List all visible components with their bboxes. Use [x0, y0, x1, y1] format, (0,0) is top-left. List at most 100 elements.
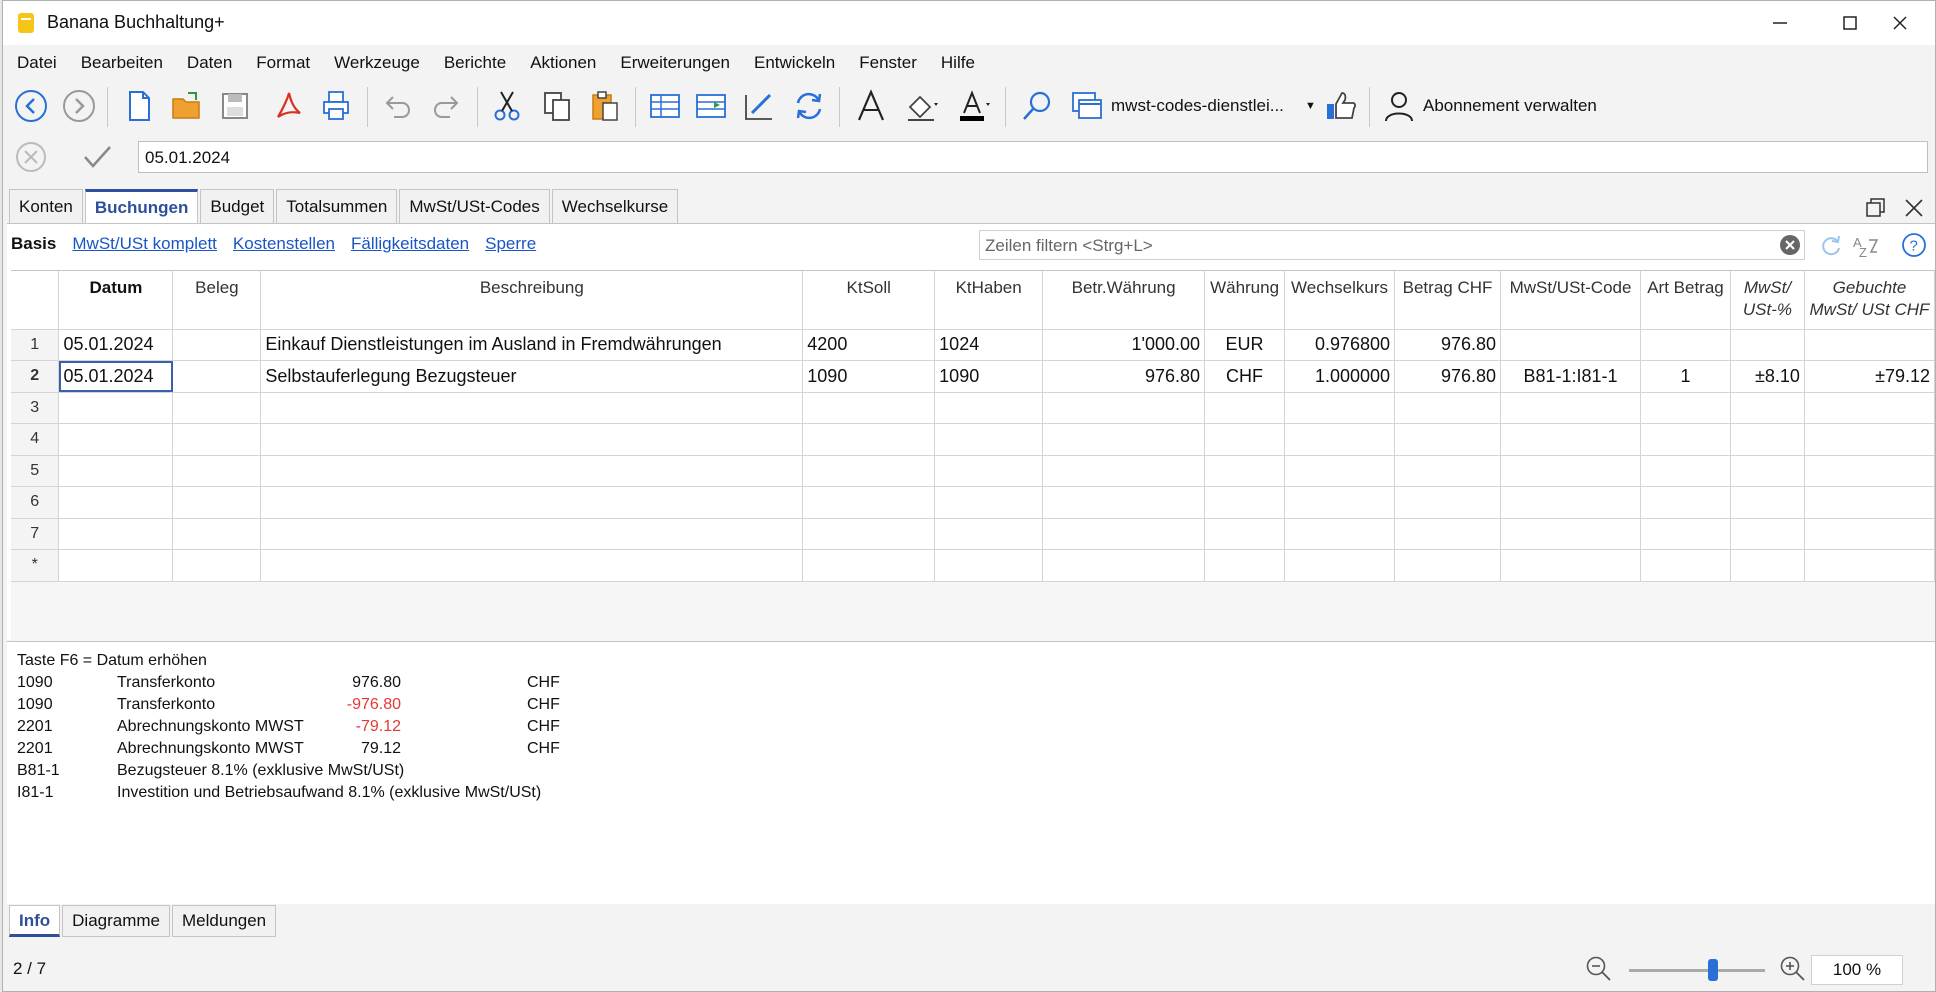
cell-ktsoll[interactable]: 1090: [802, 360, 936, 393]
cell-ktsoll[interactable]: [802, 518, 936, 550]
cell-datum[interactable]: [58, 518, 174, 550]
cell-beschreibung[interactable]: [260, 486, 804, 519]
tab-mwst-codes[interactable]: MwSt/USt-Codes: [399, 189, 550, 224]
save-button[interactable]: [215, 86, 255, 126]
delete-row-button[interactable]: [691, 86, 731, 126]
zoom-out-icon[interactable]: [1585, 955, 1613, 983]
menu-berichte[interactable]: Berichte: [444, 53, 506, 73]
pdf-button[interactable]: [269, 86, 309, 126]
menu-bearbeiten[interactable]: Bearbeiten: [81, 53, 163, 73]
cell-beleg[interactable]: [172, 455, 262, 487]
cell-datum[interactable]: [58, 486, 174, 519]
cell-datum[interactable]: [58, 392, 174, 424]
tab-diagramme[interactable]: Diagramme: [62, 905, 171, 937]
table-row[interactable]: 4: [11, 423, 1936, 456]
cell-betrag-chf[interactable]: [1394, 549, 1502, 582]
cell-beleg[interactable]: [172, 423, 262, 456]
zoom-in-icon[interactable]: [1779, 955, 1807, 983]
cell-beleg[interactable]: [172, 486, 262, 519]
menu-format[interactable]: Format: [256, 53, 310, 73]
table-row[interactable]: 3: [11, 392, 1936, 424]
cell-gebuchte-mwst[interactable]: [1804, 423, 1936, 456]
back-button[interactable]: [11, 86, 51, 126]
fill-color-button[interactable]: [901, 86, 941, 126]
row-number[interactable]: 5: [11, 455, 60, 487]
cell-betr-waehrung[interactable]: 1'000.00: [1042, 329, 1206, 361]
close-window-button[interactable]: [1865, 1, 1935, 45]
font-button[interactable]: [851, 86, 891, 126]
cell-beleg[interactable]: [172, 392, 262, 424]
cell-beschreibung[interactable]: [260, 518, 804, 550]
cell-beleg[interactable]: [172, 549, 262, 582]
clear-filter-icon[interactable]: [1779, 234, 1801, 256]
view-mwst-komplett[interactable]: MwSt/USt komplett: [72, 234, 217, 254]
cell-betr-waehrung[interactable]: [1042, 486, 1206, 519]
cell-betrag-chf[interactable]: 976.80: [1394, 329, 1502, 361]
add-row-button[interactable]: [645, 86, 685, 126]
cell-wechselkurs[interactable]: [1284, 518, 1396, 550]
cell-datum[interactable]: [58, 549, 174, 582]
table-row[interactable]: 7: [11, 518, 1936, 550]
cell-wechselkurs[interactable]: [1284, 486, 1396, 519]
tab-totalsummen[interactable]: Totalsummen: [276, 189, 398, 224]
cell-datum[interactable]: [58, 455, 174, 487]
header-datum[interactable]: Datum: [58, 271, 174, 330]
cell-ktsoll[interactable]: [802, 392, 936, 424]
cell-mwst-code[interactable]: [1500, 423, 1641, 456]
cell-mwst-prozent[interactable]: [1730, 518, 1805, 550]
cell-waehrung[interactable]: [1204, 455, 1286, 487]
recalculate-button[interactable]: [789, 86, 829, 126]
cell-art-betrag[interactable]: [1640, 392, 1731, 424]
confirm-edit-button[interactable]: [77, 137, 117, 177]
header-ktsoll[interactable]: KtSoll: [802, 271, 936, 330]
cut-button[interactable]: [487, 86, 527, 126]
cell-kthaben[interactable]: [934, 549, 1044, 582]
table-row[interactable]: *: [11, 549, 1936, 582]
cell-mwst-code[interactable]: B81-1:I81-1: [1500, 360, 1641, 393]
cell-beleg[interactable]: [172, 360, 262, 393]
cell-beschreibung[interactable]: Selbstauferlegung Bezugsteuer: [260, 360, 804, 393]
cell-mwst-code[interactable]: [1500, 329, 1641, 361]
cell-beschreibung[interactable]: [260, 549, 804, 582]
cell-betr-waehrung[interactable]: [1042, 518, 1206, 550]
print-button[interactable]: [317, 86, 357, 126]
cell-mwst-prozent[interactable]: [1730, 486, 1805, 519]
chevron-down-icon[interactable]: ▼: [1305, 100, 1316, 112]
cell-betr-waehrung[interactable]: [1042, 455, 1206, 487]
cell-ktsoll[interactable]: [802, 423, 936, 456]
cell-datum[interactable]: [58, 423, 174, 456]
table-row[interactable]: 5: [11, 455, 1936, 487]
cell-beschreibung[interactable]: Einkauf Dienstleistungen im Ausland in F…: [260, 329, 804, 361]
cell-datum[interactable]: 05.01.2024: [58, 360, 174, 393]
help-icon[interactable]: ?: [1901, 232, 1927, 258]
cell-ktsoll[interactable]: [802, 549, 936, 582]
row-number[interactable]: 4: [11, 423, 60, 456]
cell-ktsoll[interactable]: [802, 455, 936, 487]
tab-budget[interactable]: Budget: [200, 189, 275, 224]
header-waehrung[interactable]: Währung: [1204, 271, 1286, 330]
cell-gebuchte-mwst[interactable]: [1804, 392, 1936, 424]
view-basis[interactable]: Basis: [11, 234, 56, 254]
cell-kthaben[interactable]: [934, 455, 1044, 487]
header-art-betrag[interactable]: Art Betrag: [1640, 271, 1731, 330]
tab-wechselkurse[interactable]: Wechselkurse: [551, 189, 679, 224]
search-button[interactable]: [1017, 86, 1057, 126]
cell-mwst-code[interactable]: [1500, 392, 1641, 424]
header-gebuchte-mwst[interactable]: Gebuchte MwSt/ USt CHF: [1804, 271, 1936, 330]
cell-waehrung[interactable]: [1204, 486, 1286, 519]
paste-button[interactable]: [585, 86, 625, 126]
cell-mwst-code[interactable]: [1500, 455, 1641, 487]
cell-mwst-prozent[interactable]: [1730, 549, 1805, 582]
zoom-level[interactable]: 100 %: [1811, 955, 1903, 985]
new-file-button[interactable]: [119, 86, 159, 126]
cell-wechselkurs[interactable]: [1284, 423, 1396, 456]
cell-betrag-chf[interactable]: [1394, 455, 1502, 487]
row-filter-input[interactable]: Zeilen filtern <Strg+L>: [979, 230, 1805, 260]
menu-hilfe[interactable]: Hilfe: [941, 53, 975, 73]
cell-kthaben[interactable]: [934, 518, 1044, 550]
zoom-slider-track[interactable]: [1629, 969, 1765, 972]
cell-gebuchte-mwst[interactable]: [1804, 549, 1936, 582]
cell-waehrung[interactable]: [1204, 549, 1286, 582]
cell-betr-waehrung[interactable]: [1042, 549, 1206, 582]
cell-art-betrag[interactable]: [1640, 455, 1731, 487]
